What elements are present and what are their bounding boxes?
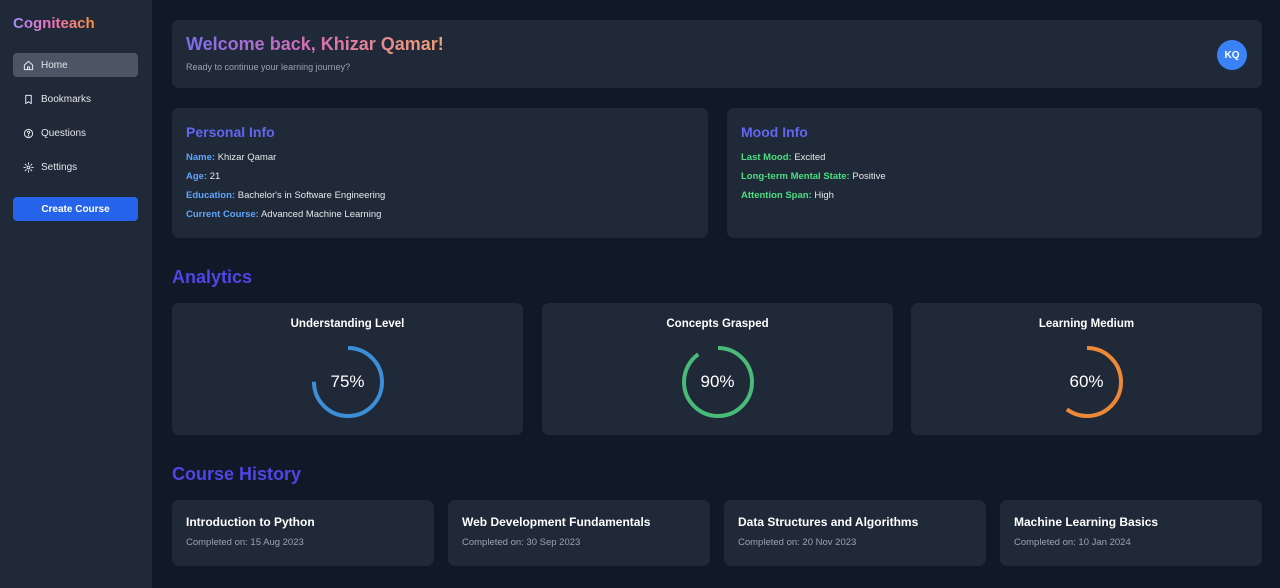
info-value: Advanced Machine Learning [260, 209, 382, 220]
course-name: Introduction to Python [186, 515, 315, 529]
sidebar-item-bookmarks[interactable]: Bookmarks [13, 87, 138, 111]
sidebar-item-home[interactable]: Home [13, 53, 138, 77]
personal-info-card: Personal Info Name: Khizar Qamar Age: 21… [172, 108, 708, 238]
analytics-card-title: Concepts Grasped [666, 318, 769, 330]
sidebar-item-settings[interactable]: Settings [13, 155, 138, 179]
course-completed-date: Completed on: 30 Sep 2023 [462, 537, 581, 548]
home-icon [23, 60, 34, 70]
welcome-card: Welcome back, Khizar Qamar! Ready to con… [172, 20, 1262, 88]
analytics-card-medium: Learning Medium 60% [911, 303, 1262, 435]
understanding-gauge: 75% [311, 345, 385, 419]
course-name: Machine Learning Basics [1014, 515, 1159, 529]
sidebar-item-questions[interactable]: Questions [13, 121, 138, 145]
gear-icon [23, 161, 34, 173]
mood-info-card: Mood Info Last Mood: Excited Long-term M… [727, 108, 1262, 238]
gauge-value: 75% [330, 372, 365, 391]
course-completed-date: Completed on: 20 Nov 2023 [738, 537, 857, 548]
analytics-card-concepts: Concepts Grasped 90% [542, 303, 893, 435]
avatar[interactable]: KQ [1217, 40, 1247, 70]
course-card[interactable]: Machine Learning Basics Completed on: 10… [1000, 500, 1262, 566]
question-icon [23, 128, 34, 138]
analytics-title: Analytics [172, 267, 253, 287]
mood-label: Last Mood: [741, 152, 792, 163]
concepts-gauge: 90% [681, 345, 755, 419]
course-name: Web Development Fundamentals [462, 515, 651, 529]
app-logo[interactable]: Cogniteach [13, 15, 95, 32]
mood-row-last-mood: Last Mood: Excited [741, 152, 886, 171]
sidebar-item-label: Questions [41, 127, 87, 139]
sidebar-item-label: Bookmarks [41, 93, 92, 105]
info-value: Bachelor's in Software Engineering [237, 190, 386, 201]
sidebar-nav: Home Bookmarks Questions Settings [13, 53, 138, 189]
sidebar-item-label: Home [41, 59, 68, 71]
course-history-title: Course History [172, 464, 302, 484]
analytics-card-understanding: Understanding Level 75% [172, 303, 523, 435]
info-row-age: Age: 21 [186, 171, 385, 190]
info-label: Current Course: [186, 209, 259, 220]
personal-info-title: Personal Info [186, 124, 275, 140]
course-card[interactable]: Introduction to Python Completed on: 15 … [172, 500, 434, 566]
mood-value: Excited [794, 152, 826, 163]
mood-value: High [814, 190, 834, 201]
mood-label: Long-term Mental State: [741, 171, 850, 182]
bookmark-icon [25, 94, 32, 104]
analytics-card-title: Learning Medium [1038, 318, 1135, 330]
mood-row-mental-state: Long-term Mental State: Positive [741, 171, 886, 190]
course-name: Data Structures and Algorithms [738, 515, 919, 529]
course-completed-date: Completed on: 10 Jan 2024 [1014, 537, 1131, 548]
course-card[interactable]: Web Development Fundamentals Completed o… [448, 500, 710, 566]
info-row-education: Education: Bachelor's in Software Engine… [186, 190, 385, 209]
info-row-current-course: Current Course: Advanced Machine Learnin… [186, 209, 385, 228]
course-card[interactable]: Data Structures and Algorithms Completed… [724, 500, 986, 566]
sidebar: Cogniteach Home Bookmarks Questions Sett… [0, 0, 152, 588]
medium-gauge: 60% [1050, 345, 1124, 419]
sidebar-item-label: Settings [41, 161, 78, 173]
gauge-value: 90% [700, 372, 735, 391]
gauge-value: 60% [1069, 372, 1104, 391]
info-row-name: Name: Khizar Qamar [186, 152, 385, 171]
analytics-card-title: Understanding Level [290, 318, 405, 330]
info-value: Khizar Qamar [217, 152, 277, 163]
mood-label: Attention Span: [741, 190, 812, 201]
info-label: Education: [186, 190, 236, 201]
course-completed-date: Completed on: 15 Aug 2023 [186, 537, 304, 548]
info-label: Age: [186, 171, 208, 182]
info-value: 21 [209, 171, 221, 182]
create-course-button[interactable]: Create Course [13, 197, 138, 221]
mood-row-attention-span: Attention Span: High [741, 190, 886, 209]
main-content: Welcome back, Khizar Qamar! Ready to con… [152, 0, 1280, 588]
welcome-subtitle: Ready to continue your learning journey? [186, 62, 351, 72]
welcome-title: Welcome back, Khizar Qamar! [186, 34, 444, 54]
info-label: Name: [186, 152, 216, 163]
mood-value: Positive [852, 171, 886, 182]
mood-info-title: Mood Info [741, 124, 808, 140]
